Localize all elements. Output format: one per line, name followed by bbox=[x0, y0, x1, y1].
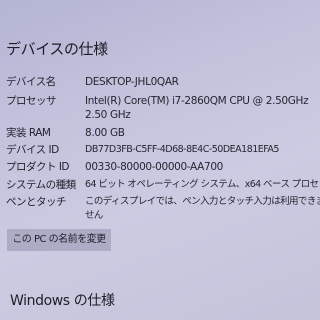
device-id-value: DB77D3FB-C5FF-4D68-8E4C-50DEA181EFA5 bbox=[85, 144, 279, 155]
pen-and-touch-label: ペンとタッチ bbox=[6, 196, 67, 208]
processor-value-line2: 2.50 GHz bbox=[85, 109, 131, 121]
device-id-label: デバイス ID bbox=[6, 144, 59, 156]
windows-specifications-heading: Windows の仕様 bbox=[10, 293, 115, 309]
device-name-value: DESKTOP-JHL0QAR bbox=[85, 76, 179, 88]
product-id-label: プロダクト ID bbox=[6, 161, 70, 173]
installed-ram-label: 実装 RAM bbox=[6, 127, 51, 139]
pen-and-touch-value-line1: このディスプレイでは、ペン入力とタッチ入力は利用できま bbox=[85, 196, 320, 207]
processor-value-line1: Intel(R) Core(TM) i7-2860QM CPU @ 2.50GH… bbox=[85, 95, 309, 107]
processor-label: プロセッサ bbox=[6, 95, 57, 107]
device-specifications-heading: デバイスの仕様 bbox=[6, 40, 108, 58]
processor-value: Intel(R) Core(TM) i7-2860QM CPU @ 2.50GH… bbox=[85, 94, 313, 122]
pen-and-touch-value-line2: せん bbox=[85, 210, 103, 221]
pen-and-touch-value: このディスプレイでは、ペン入力とタッチ入力は利用できま せん bbox=[85, 195, 320, 223]
product-id-value: 00330-80000-00000-AA700 bbox=[85, 161, 223, 173]
device-name-label: デバイス名 bbox=[6, 76, 56, 88]
system-type-label: システムの種類 bbox=[6, 179, 76, 191]
installed-ram-value: 8.00 GB bbox=[85, 127, 125, 139]
rename-this-pc-button[interactable]: この PC の名前を変更 bbox=[7, 229, 111, 251]
system-type-value: 64 ビット オペレーティング システム、x64 ベース プロセッサ bbox=[85, 179, 320, 190]
